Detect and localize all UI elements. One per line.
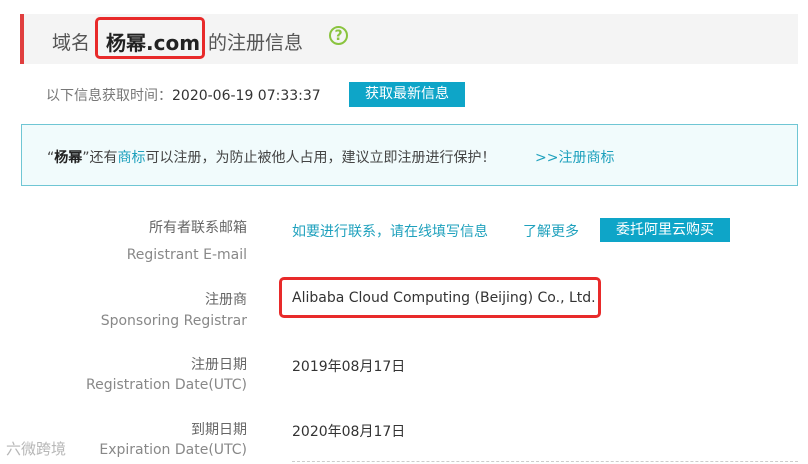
notice-text: “杨幂”还有商标可以注册，为防止被他人占用，建议立即注册进行保护！ (47, 147, 496, 167)
title-prefix: 域名 (52, 32, 91, 54)
domain-name: 杨幂.com (106, 31, 201, 55)
watermark: 六微跨境 (6, 440, 67, 458)
question-circle-icon[interactable]: ? (329, 26, 348, 45)
domain-highlight-box: 杨幂.com (95, 17, 205, 59)
registrar-value: Alibaba Cloud Computing (Beijing) Co., L… (292, 290, 596, 306)
reg-date-label-cn: 注册日期 (191, 357, 247, 373)
notice-name: 杨幂 (54, 150, 83, 166)
fetch-time-value: 2020-06-19 07:33:37 (172, 88, 321, 104)
contact-online-link[interactable]: 如要进行联系，请在线填写信息 (292, 221, 488, 241)
registrar-label-cn: 注册商 (205, 292, 247, 308)
exp-date-value: 2020年08月17日 (292, 424, 406, 440)
exp-date-label-cn: 到期日期 (191, 422, 247, 438)
page-title-bar: 域名 杨幂.com 的注册信息 ? (20, 14, 798, 64)
reg-date-label-en: Registration Date(UTC) (85, 377, 247, 393)
notice-mid2: 可以注册，为防止被他人占用，建议立即注册进行保护！ (145, 150, 496, 166)
registrar-label-en: Sponsoring Registrar (100, 313, 247, 329)
divider (292, 461, 798, 462)
email-label-cn: 所有者联系邮箱 (149, 220, 247, 236)
exp-date-label-en: Expiration Date(UTC) (99, 442, 247, 458)
fetch-time-label: 以下信息获取时间： (46, 88, 172, 104)
register-trademark-link[interactable]: >>注册商标 (535, 147, 614, 167)
reg-date-value: 2019年08月17日 (292, 359, 406, 375)
email-label-en: Registrant E-mail (126, 247, 247, 263)
trademark-link[interactable]: 商标 (118, 150, 146, 166)
title-suffix: 的注册信息 (208, 32, 304, 54)
fetch-time-line: 以下信息获取时间：2020-06-19 07:33:37 (46, 85, 321, 105)
notice-mid1: ”还有 (82, 150, 118, 166)
learn-more-link[interactable]: 了解更多 (523, 221, 579, 241)
trademark-notice: “杨幂”还有商标可以注册，为防止被他人占用，建议立即注册进行保护！ >>注册商标 (21, 124, 798, 186)
buy-via-aliyun-button[interactable]: 委托阿里云购买 (600, 218, 730, 242)
refresh-info-button[interactable]: 获取最新信息 (349, 82, 465, 107)
